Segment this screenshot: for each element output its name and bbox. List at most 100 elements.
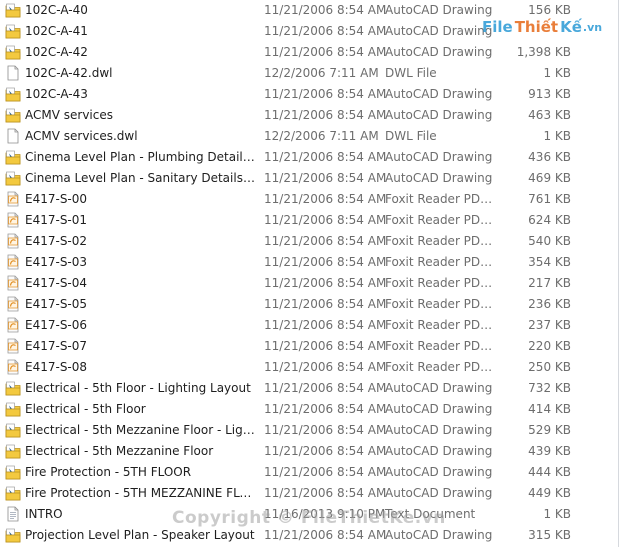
- file-date-modified: 11/21/2006 8:54 AM: [264, 486, 387, 500]
- file-size: 237 KB: [528, 318, 571, 332]
- file-row[interactable]: E417-S-03 11/21/2006 8:54 AM Foxit Reader …: [0, 252, 617, 273]
- file-row[interactable]: E417-S-08 11/21/2006 8:54 AM Foxit Reader …: [0, 357, 617, 378]
- file-type: Foxit Reader PDF ...: [385, 276, 497, 290]
- autocad-drawing-icon: [5, 464, 21, 480]
- file-row[interactable]: 102C-A-42 11/21/2006 8:54 AM AutoCAD Drawi…: [0, 42, 617, 63]
- file-type: AutoCAD Drawing: [385, 150, 493, 164]
- file-size: 439 KB: [528, 444, 571, 458]
- file-row[interactable]: Electrical - 5th Floor 11/21/2006 8:54 AM…: [0, 399, 617, 420]
- file-size: 1 KB: [543, 129, 571, 143]
- autocad-drawing-icon: [5, 44, 21, 60]
- file-row[interactable]: Electrical - 5th Mezzanine Floor 11/21/20…: [0, 441, 617, 462]
- file-size: 444 KB: [528, 465, 571, 479]
- file-name: 102C-A-40: [25, 3, 88, 17]
- autocad-drawing-icon: [5, 443, 21, 459]
- file-name: Electrical - 5th Floor: [25, 402, 146, 416]
- pdf-file-icon: [5, 233, 21, 249]
- file-size: 449 KB: [528, 486, 571, 500]
- file-date-modified: 11/21/2006 8:54 AM: [264, 339, 387, 353]
- file-row[interactable]: E417-S-04 11/21/2006 8:54 AM Foxit Reader …: [0, 273, 617, 294]
- pdf-file-icon: [5, 254, 21, 270]
- file-row[interactable]: 102C-A-42.dwl 12/2/2006 7:11 AM DWL File 1 …: [0, 63, 617, 84]
- file-name: E417-S-03: [25, 255, 88, 269]
- file-name: 102C-A-42: [25, 45, 88, 59]
- file-row[interactable]: Fire Protection - 5TH MEZZANINE FLOOR 11/…: [0, 483, 617, 504]
- watermark-logo-vn: .vn: [582, 20, 603, 34]
- file-date-modified: 11/21/2006 8:54 AM: [264, 108, 387, 122]
- file-name: E417-S-05: [25, 297, 88, 311]
- file-row[interactable]: E417-S-06 11/21/2006 8:54 AM Foxit Reader …: [0, 315, 617, 336]
- autocad-drawing-icon: [5, 527, 21, 543]
- file-size: 220 KB: [528, 339, 571, 353]
- autocad-drawing-icon: [5, 170, 21, 186]
- file-date-modified: 11/21/2006 8:54 AM: [264, 24, 387, 38]
- file-name: Cinema Level Plan - Plumbing Details & .…: [25, 150, 257, 164]
- autocad-drawing-icon: [5, 380, 21, 396]
- file-type: AutoCAD Drawing: [385, 444, 493, 458]
- file-row[interactable]: ACMV services 11/21/2006 8:54 AM AutoCAD D…: [0, 105, 617, 126]
- file-row[interactable]: 102C-A-43 11/21/2006 8:54 AM AutoCAD Drawi…: [0, 84, 617, 105]
- pdf-file-icon: [5, 296, 21, 312]
- file-size: 436 KB: [528, 150, 571, 164]
- generic-file-icon: [5, 128, 21, 144]
- file-name: Fire Protection - 5TH FLOOR: [25, 465, 192, 479]
- watermark-logo-ke: Kế: [560, 18, 582, 36]
- file-name: 102C-A-42.dwl: [25, 66, 113, 80]
- autocad-drawing-icon: [5, 2, 21, 18]
- generic-file-icon: [5, 65, 21, 81]
- file-date-modified: 11/21/2006 8:54 AM: [264, 276, 387, 290]
- autocad-drawing-icon: [5, 401, 21, 417]
- file-date-modified: 11/21/2006 8:54 AM: [264, 402, 387, 416]
- file-type: AutoCAD Drawing: [385, 24, 493, 38]
- pdf-file-icon: [5, 317, 21, 333]
- file-row[interactable]: Cinema Level Plan - Sanitary Details & L…: [0, 168, 617, 189]
- file-name: E417-S-04: [25, 276, 88, 290]
- file-date-modified: 12/2/2006 7:11 AM: [264, 66, 379, 80]
- file-row[interactable]: E417-S-07 11/21/2006 8:54 AM Foxit Reader …: [0, 336, 617, 357]
- file-size: 1 KB: [543, 507, 571, 521]
- file-type: Foxit Reader PDF ...: [385, 318, 497, 332]
- file-type: AutoCAD Drawing: [385, 465, 493, 479]
- file-list: 102C-A-40 11/21/2006 8:54 AM AutoCAD Drawi…: [0, 0, 619, 547]
- pdf-file-icon: [5, 191, 21, 207]
- file-row[interactable]: E417-S-05 11/21/2006 8:54 AM Foxit Reader …: [0, 294, 617, 315]
- file-row[interactable]: ACMV services.dwl 12/2/2006 7:11 AM DWL Fi…: [0, 126, 617, 147]
- file-row[interactable]: E417-S-02 11/21/2006 8:54 AM Foxit Reader …: [0, 231, 617, 252]
- file-type: AutoCAD Drawing: [385, 528, 493, 542]
- file-type: AutoCAD Drawing: [385, 486, 493, 500]
- watermark-copyright: Copyright © FileThietKe.vn: [172, 508, 446, 528]
- file-date-modified: 11/21/2006 8:54 AM: [264, 255, 387, 269]
- file-name: E417-S-08: [25, 360, 88, 374]
- pdf-file-icon: [5, 338, 21, 354]
- file-row[interactable]: Fire Protection - 5TH FLOOR 11/21/2006 8:…: [0, 462, 617, 483]
- file-name: Electrical - 5th Mezzanine Floor: [25, 444, 214, 458]
- file-date-modified: 11/21/2006 8:54 AM: [264, 465, 387, 479]
- file-name: E417-S-02: [25, 234, 88, 248]
- file-date-modified: 11/21/2006 8:54 AM: [264, 423, 387, 437]
- file-name: 102C-A-41: [25, 24, 88, 38]
- file-row[interactable]: Cinema Level Plan - Plumbing Details & .…: [0, 147, 617, 168]
- file-date-modified: 11/21/2006 8:54 AM: [264, 87, 387, 101]
- file-size: 469 KB: [528, 171, 571, 185]
- file-row[interactable]: Electrical - 5th Mezzanine Floor - Light…: [0, 420, 617, 441]
- file-size: 624 KB: [528, 213, 571, 227]
- watermark-logo-file: File: [482, 18, 513, 36]
- file-type: AutoCAD Drawing: [385, 3, 493, 17]
- file-size: 414 KB: [528, 402, 571, 416]
- file-date-modified: 11/21/2006 8:54 AM: [264, 318, 387, 332]
- file-type: AutoCAD Drawing: [385, 423, 493, 437]
- file-size: 1,398 KB: [516, 45, 571, 59]
- file-type: AutoCAD Drawing: [385, 402, 493, 416]
- file-date-modified: 11/21/2006 8:54 AM: [264, 297, 387, 311]
- file-row[interactable]: E417-S-00 11/21/2006 8:54 AM Foxit Reader …: [0, 189, 617, 210]
- file-name: Fire Protection - 5TH MEZZANINE FLOOR: [25, 486, 257, 500]
- file-size: 761 KB: [528, 192, 571, 206]
- file-row[interactable]: Projection Level Plan - Speaker Layout 11…: [0, 525, 617, 546]
- file-row[interactable]: E417-S-01 11/21/2006 8:54 AM Foxit Reader …: [0, 210, 617, 231]
- file-date-modified: 12/2/2006 7:11 AM: [264, 129, 379, 143]
- file-size: 913 KB: [528, 87, 571, 101]
- file-row[interactable]: Electrical - 5th Floor - Lighting Layout…: [0, 378, 617, 399]
- file-size: 1 KB: [543, 66, 571, 80]
- file-date-modified: 11/21/2006 8:54 AM: [264, 150, 387, 164]
- file-type: Foxit Reader PDF ...: [385, 192, 497, 206]
